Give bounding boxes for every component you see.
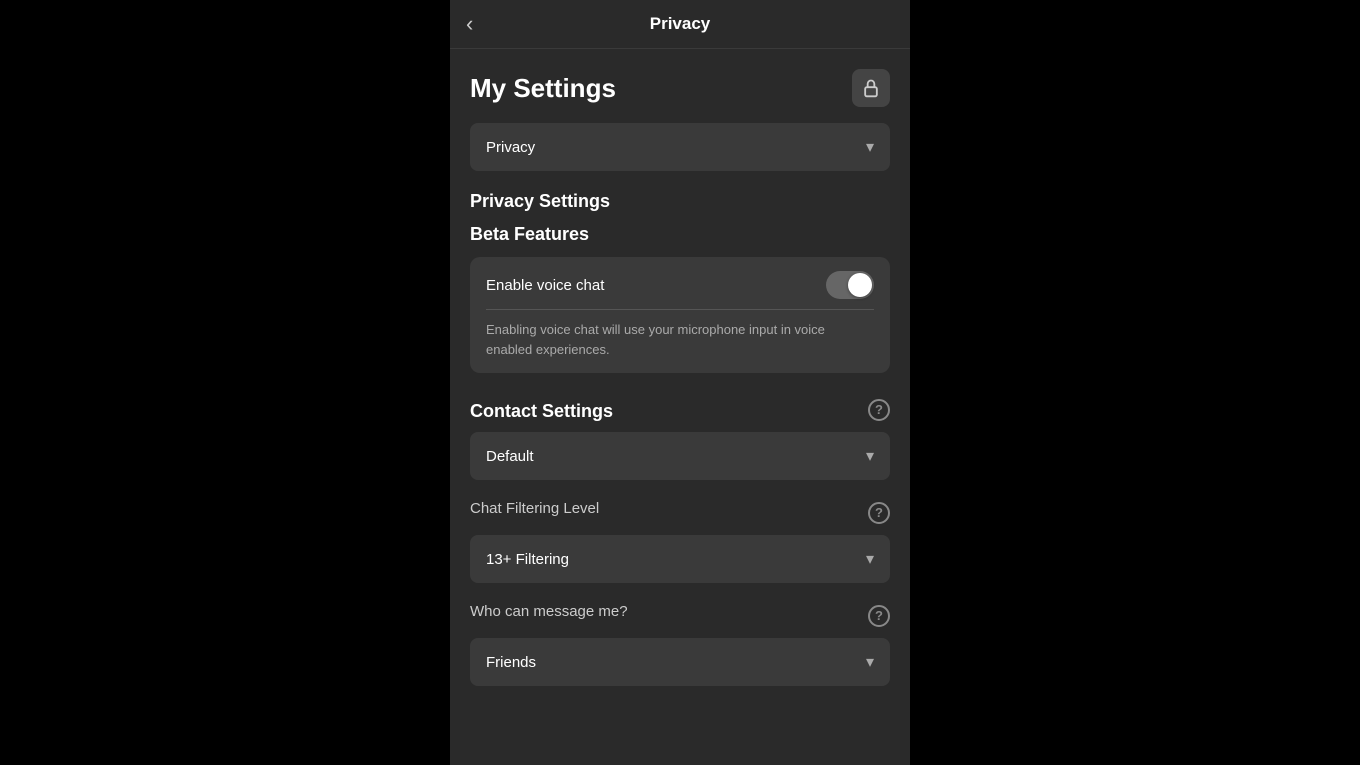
who-can-message-header-row: Who can message me? ?	[470, 603, 890, 628]
main-content: My Settings Privacy ▾ Privacy Settings B…	[450, 49, 910, 765]
toggle-thumb	[848, 273, 872, 297]
beta-features-heading: Beta Features	[470, 224, 890, 245]
contact-settings-dropdown[interactable]: Default ▾	[470, 432, 890, 480]
who-can-message-dropdown-chevron: ▾	[866, 652, 874, 672]
back-icon: ‹	[466, 11, 473, 37]
who-can-message-dropdown[interactable]: Friends ▾	[470, 638, 890, 686]
contact-settings-help-icon[interactable]: ?	[868, 399, 890, 421]
chat-filtering-dropdown[interactable]: 13+ Filtering ▾	[470, 535, 890, 583]
voice-chat-toggle[interactable]	[826, 271, 874, 299]
back-button[interactable]: ‹	[466, 11, 473, 37]
contact-settings-dropdown-chevron: ▾	[866, 446, 874, 466]
nav-bar: ‹ Privacy	[450, 0, 910, 49]
chat-filtering-help-icon[interactable]: ?	[868, 502, 890, 524]
chat-filtering-label: Chat Filtering Level	[470, 500, 599, 517]
voice-chat-label: Enable voice chat	[486, 277, 604, 294]
contact-settings-header-row: Contact Settings ?	[470, 397, 890, 422]
chat-filtering-header-row: Chat Filtering Level ?	[470, 500, 890, 525]
nav-title: Privacy	[650, 14, 711, 34]
phone-container: ‹ Privacy My Settings Privacy ▾ Privacy …	[450, 0, 910, 765]
lock-button[interactable]	[852, 69, 890, 107]
who-can-message-help-icon[interactable]: ?	[868, 605, 890, 627]
my-settings-header: My Settings	[470, 69, 890, 107]
contact-settings-dropdown-value: Default	[486, 448, 534, 465]
category-dropdown-chevron: ▾	[866, 137, 874, 157]
voice-chat-description: Enabling voice chat will use your microp…	[486, 322, 825, 357]
voice-chat-toggle-row: Enable voice chat	[486, 271, 874, 299]
my-settings-title: My Settings	[470, 73, 616, 104]
lock-icon	[861, 78, 881, 98]
category-dropdown[interactable]: Privacy ▾	[470, 123, 890, 171]
beta-features-card: Enable voice chat Enabling voice chat wi…	[470, 257, 890, 373]
chat-filtering-dropdown-value: 13+ Filtering	[486, 551, 569, 568]
privacy-settings-heading: Privacy Settings	[470, 191, 890, 212]
chat-filtering-dropdown-chevron: ▾	[866, 549, 874, 569]
who-can-message-label: Who can message me?	[470, 603, 628, 620]
beta-divider	[486, 309, 874, 310]
category-dropdown-value: Privacy	[486, 139, 535, 156]
who-can-message-dropdown-value: Friends	[486, 654, 536, 671]
contact-settings-heading: Contact Settings	[470, 401, 613, 422]
